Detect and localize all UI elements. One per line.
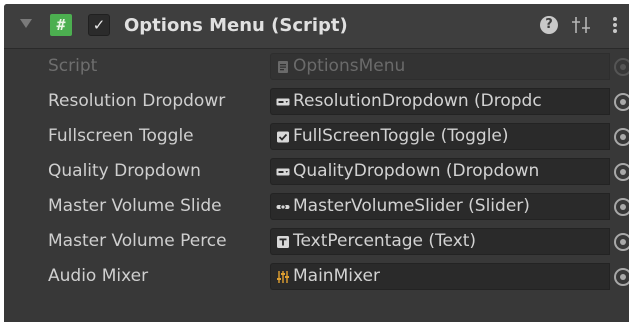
component-title: Options Menu (Script)	[124, 15, 348, 36]
script-icon: #	[50, 14, 72, 36]
object-picker-icon[interactable]	[614, 268, 629, 286]
preset-sliders-icon[interactable]	[570, 14, 592, 36]
property-list: Script OptionsMenu Resolution Dropdowr R…	[4, 49, 629, 294]
property-row-master-volume-slider: Master Volume Slide MasterVolumeSlider (…	[4, 189, 629, 224]
property-label: Fullscreen Toggle	[48, 126, 194, 146]
dropdown-component-icon	[276, 168, 290, 176]
help-icon[interactable]: ?	[540, 16, 558, 34]
audio-mixer-icon	[277, 271, 289, 283]
property-label: Resolution Dropdowr	[48, 91, 226, 111]
object-field-value: ResolutionDropdown (Dropdc	[293, 91, 542, 111]
object-picker-icon	[614, 58, 629, 76]
inspector-component-panel: # ✓ Options Menu (Script) ? Script Optio…	[4, 4, 629, 322]
component-header[interactable]: # ✓ Options Menu (Script) ?	[4, 4, 629, 49]
object-field-value: QualityDropdown (Dropdown	[293, 161, 540, 181]
object-picker-icon[interactable]	[614, 128, 629, 146]
kebab-menu-icon[interactable]	[608, 14, 622, 36]
object-field-audio-mixer[interactable]: MainMixer	[270, 263, 610, 290]
object-picker-icon[interactable]	[614, 93, 629, 111]
property-label: Master Volume Perce	[48, 231, 227, 251]
dropdown-component-icon	[276, 98, 290, 106]
text-component-icon	[277, 236, 289, 248]
object-field-script[interactable]: OptionsMenu	[270, 53, 610, 80]
object-field-value: MasterVolumeSlider (Slider)	[293, 196, 530, 216]
property-row-resolution-dropdown: Resolution Dropdowr ResolutionDropdown (…	[4, 84, 629, 119]
property-row-audio-mixer: Audio Mixer MainMixer	[4, 259, 629, 294]
property-label: Audio Mixer	[48, 266, 149, 286]
object-field-value: FullScreenToggle (Toggle)	[293, 126, 509, 146]
object-field-master-volume-slider[interactable]: MasterVolumeSlider (Slider)	[270, 193, 610, 220]
object-picker-icon[interactable]	[614, 163, 629, 181]
script-asset-icon	[278, 61, 288, 73]
enabled-checkbox[interactable]: ✓	[88, 14, 110, 36]
property-label: Master Volume Slide	[48, 196, 222, 216]
object-field-resolution-dropdown[interactable]: ResolutionDropdown (Dropdc	[270, 88, 610, 115]
property-label: Script	[48, 56, 98, 76]
object-field-value: OptionsMenu	[293, 56, 406, 76]
object-field-quality-dropdown[interactable]: QualityDropdown (Dropdown	[270, 158, 610, 185]
property-row-fullscreen-toggle: Fullscreen Toggle FullScreenToggle (Togg…	[4, 119, 629, 154]
property-row-master-volume-percentage: Master Volume Perce TextPercentage (Text…	[4, 224, 629, 259]
slider-component-icon	[276, 204, 290, 210]
object-picker-icon[interactable]	[614, 233, 629, 251]
object-field-value: MainMixer	[293, 266, 380, 286]
object-field-value: TextPercentage (Text)	[293, 231, 477, 251]
object-field-fullscreen-toggle[interactable]: FullScreenToggle (Toggle)	[270, 123, 610, 150]
object-field-master-volume-percentage[interactable]: TextPercentage (Text)	[270, 228, 610, 255]
property-row-quality-dropdown: Quality Dropdown QualityDropdown (Dropdo…	[4, 154, 629, 189]
property-row-script: Script OptionsMenu	[4, 49, 629, 84]
toggle-component-icon	[277, 131, 289, 143]
property-label: Quality Dropdown	[48, 161, 201, 181]
object-picker-icon[interactable]	[614, 198, 629, 216]
foldout-expanded-icon[interactable]	[20, 19, 32, 28]
